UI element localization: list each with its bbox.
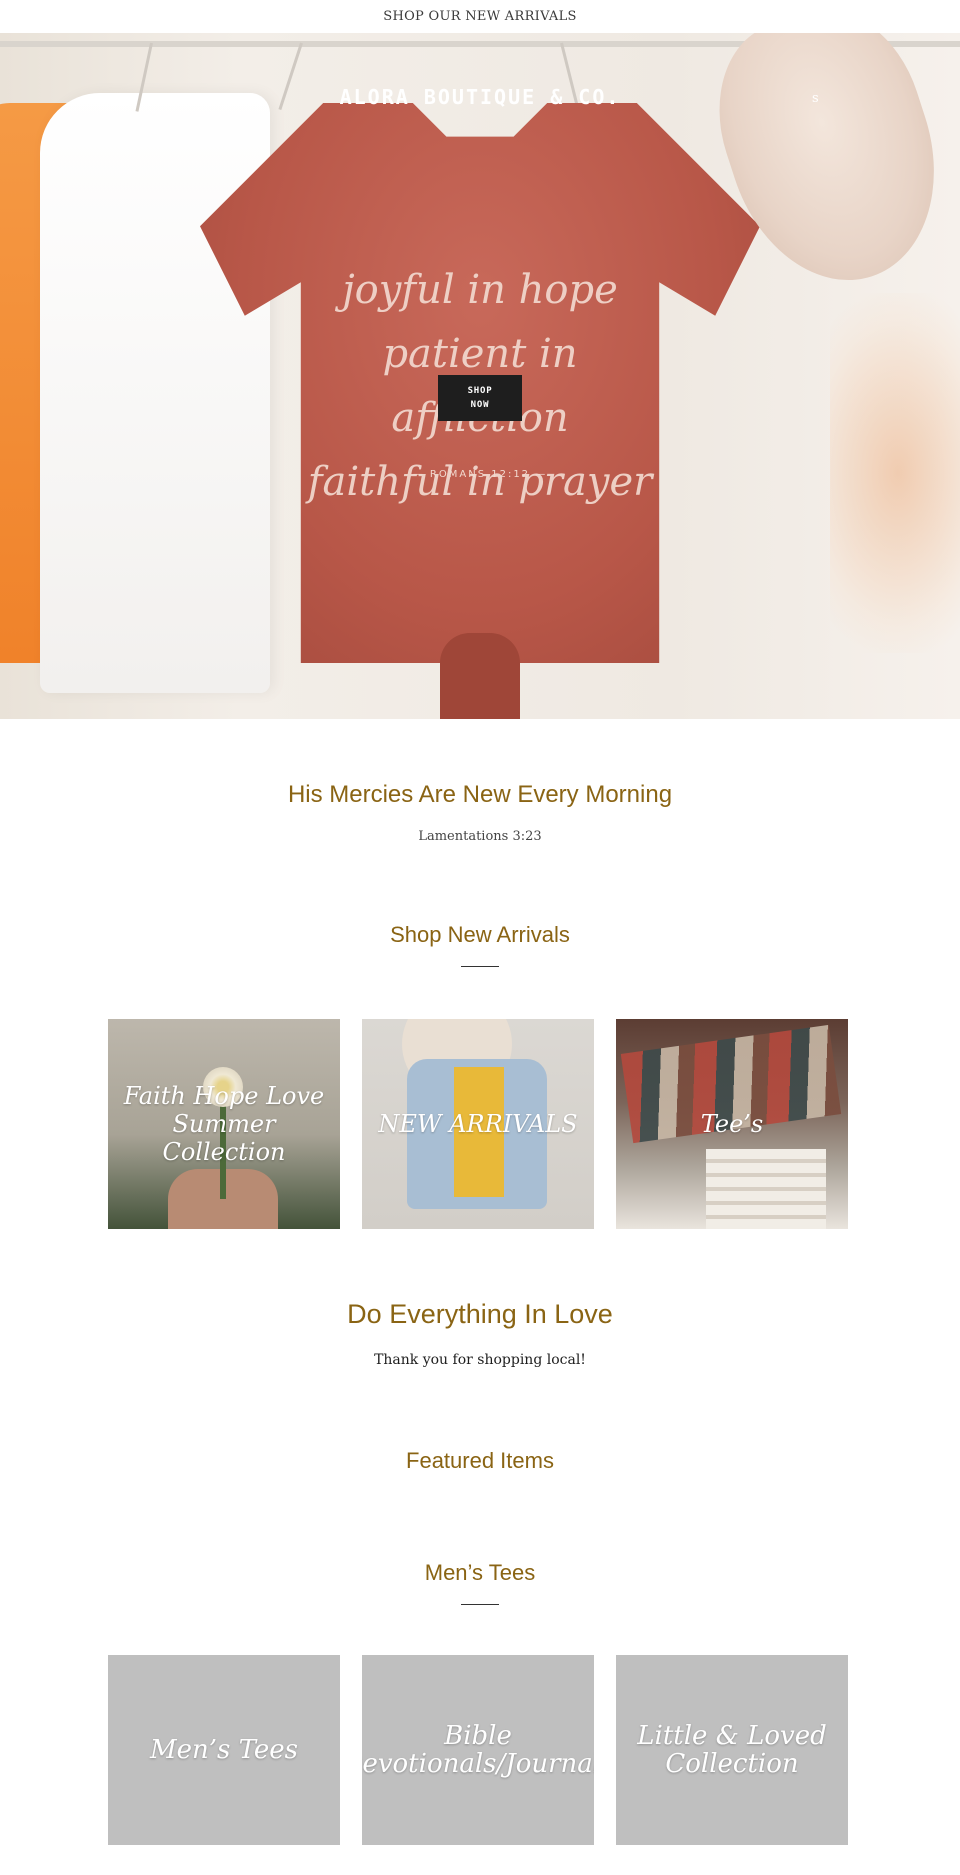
new-arrivals-section: Shop New Arrivals Faith Hope Love Summer… [0, 844, 960, 1229]
collection-label: Bible Devotionals/Journals [362, 1721, 594, 1779]
shop-now-button[interactable]: SHOP NOW [438, 375, 522, 421]
featured-items-title: Featured Items [406, 1448, 554, 1473]
collection-card-bible-devotionals[interactable]: Bible Devotionals/Journals [362, 1655, 594, 1845]
tee-knot-image [440, 633, 520, 719]
announcement-bar[interactable]: SHOP OUR NEW ARRIVALS [0, 0, 960, 33]
love-title: Do Everything In Love [347, 1299, 613, 1329]
tee-print-reference: — ROMANS 12:12 — [412, 469, 548, 480]
search-icon[interactable]: s [812, 91, 819, 106]
hero-slideshow: joyful in hope patient in affliction fai… [0, 33, 960, 719]
new-arrivals-title: Shop New Arrivals [390, 922, 570, 947]
collection-label: Faith Hope Love Summer Collection [123, 1082, 325, 1166]
mens-tees-section: Men’s Tees Men’s Tees Bible Devotionals/… [0, 1474, 960, 1845]
collection-label: Little & Loved Collection [637, 1721, 827, 1779]
collection-card-tees[interactable]: Tee’s [616, 1019, 848, 1229]
quote-section: His Mercies Are New Every Morning Lament… [0, 719, 960, 844]
collection-label: NEW ARRIVALS [378, 1110, 578, 1138]
collection-label: Men’s Tees [149, 1735, 299, 1765]
collection-grid: Faith Hope Love Summer Collection NEW AR… [0, 967, 960, 1229]
love-section: Do Everything In Love Thank you for shop… [0, 1229, 960, 1368]
collection-card-little-loved[interactable]: Little & Loved Collection [616, 1655, 848, 1845]
quote-title: His Mercies Are New Every Morning [287, 781, 673, 808]
bench-image [706, 1149, 826, 1229]
white-shirt-image [40, 93, 270, 693]
pampas-image [830, 293, 960, 653]
collection-label: Tee’s [700, 1110, 764, 1138]
collection-card-new-arrivals[interactable]: NEW ARRIVALS [362, 1019, 594, 1229]
quote-reference: Lamentations 3:23 [418, 829, 542, 844]
announcement-text[interactable]: SHOP OUR NEW ARRIVALS [383, 9, 577, 24]
mens-tees-title: Men’s Tees [424, 1560, 536, 1585]
collection-card-faith-hope-love[interactable]: Faith Hope Love Summer Collection [108, 1019, 340, 1229]
featured-items-section: Featured Items [0, 1368, 960, 1474]
collection-grid: Men’s Tees Bible Devotionals/Journals Li… [0, 1605, 960, 1845]
collection-card-mens-tees[interactable]: Men’s Tees [108, 1655, 340, 1845]
love-subtitle: Thank you for shopping local! [374, 1352, 586, 1368]
